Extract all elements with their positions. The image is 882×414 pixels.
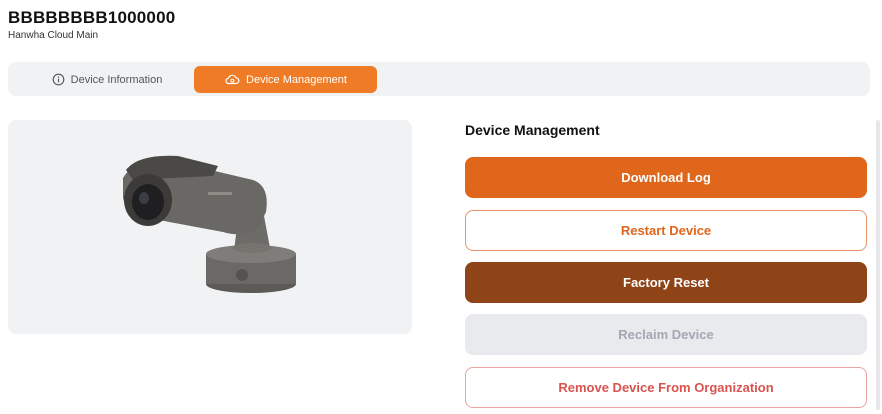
scrollbar[interactable]	[876, 120, 880, 410]
tab-label: Device Information	[70, 73, 163, 86]
info-icon	[52, 73, 65, 86]
camera-image	[123, 155, 296, 293]
restart-device-button[interactable]: Restart Device	[465, 210, 867, 251]
page-header: BBBBBBBB1000000 Hanwha Cloud Main	[8, 8, 175, 42]
factory-reset-button[interactable]: Factory Reset	[465, 262, 867, 303]
device-image-card	[8, 120, 412, 334]
reclaim-device-button[interactable]: Reclaim Device	[465, 314, 867, 355]
tab-label: Device Management	[246, 73, 347, 86]
device-title: BBBBBBBB1000000	[8, 8, 176, 27]
download-log-button[interactable]: Download Log	[465, 157, 867, 198]
remove-device-button[interactable]: Remove Device From Organization	[465, 367, 867, 408]
device-subtitle: Hanwha Cloud Main	[8, 30, 99, 41]
tab-device-information[interactable]: Device Information	[20, 66, 194, 93]
panel-title: Device Management	[465, 122, 600, 138]
device-management-panel: Device Management	[465, 120, 867, 140]
cloud-gear-icon	[224, 73, 240, 86]
tab-device-management[interactable]: Device Management	[194, 66, 377, 93]
tab-bar: Device Information Device Management	[8, 62, 870, 96]
